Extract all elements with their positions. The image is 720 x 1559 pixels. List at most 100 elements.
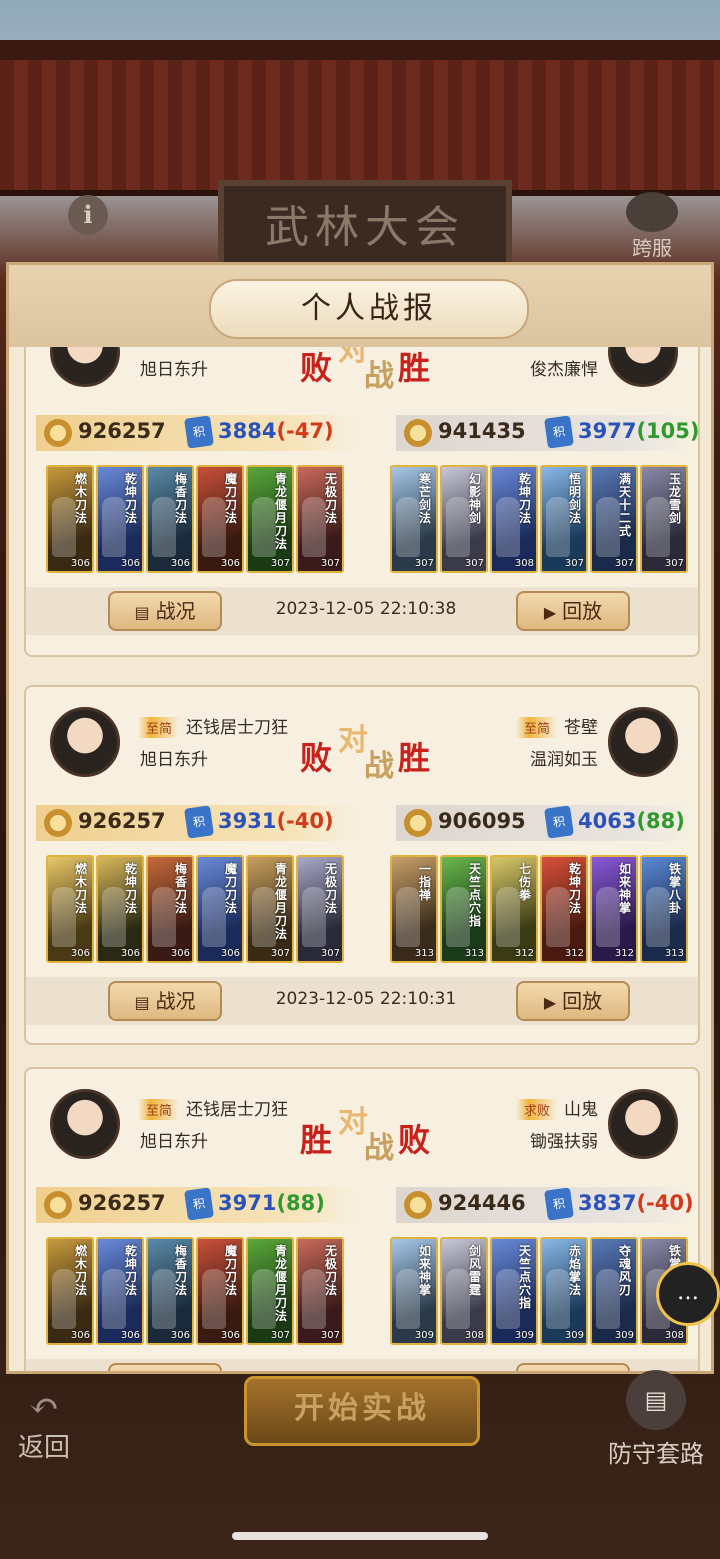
home-indicator[interactable]	[232, 1532, 488, 1540]
left-score: 3931(-40)	[218, 809, 334, 833]
hero-card[interactable]: 无极刀法 307	[296, 1237, 344, 1345]
battle-list[interactable]: 旭日东升 926257 积 3884(-47) 燃木刀法 306 乾坤刀法 30…	[9, 347, 711, 1371]
hero-card[interactable]: 天竺点穴指 313	[440, 855, 488, 963]
hero-card[interactable]: 无极刀法 307	[296, 855, 344, 963]
hero-card[interactable]: 天竺点穴指 309	[490, 1237, 538, 1345]
report-icon: ▤	[134, 993, 150, 1012]
right-player-name-line: 至简 苍壁	[515, 713, 598, 738]
hero-card[interactable]: 乾坤刀法 312	[540, 855, 588, 963]
hero-card[interactable]: 幻影神剑 307	[440, 465, 488, 573]
hero-skill-name: 青龙偃月刀法	[275, 472, 288, 551]
play-icon: ▶	[543, 993, 557, 1012]
hero-level: 312	[614, 948, 634, 959]
hero-level: 313	[664, 948, 684, 959]
replay-button[interactable]: ▶ 回放	[516, 591, 630, 631]
right-score: 3837(-40)	[578, 1191, 694, 1215]
hero-figure	[546, 497, 570, 557]
hero-card[interactable]: 魔刀刀法 306	[196, 465, 244, 573]
left-player-avatar[interactable]	[50, 1089, 120, 1159]
hero-level: 307	[320, 948, 340, 959]
left-player-avatar[interactable]	[50, 347, 120, 387]
hero-card[interactable]: 无极刀法 307	[296, 465, 344, 573]
hero-card[interactable]: 寒芒剑法 307	[390, 465, 438, 573]
hero-card[interactable]: 燃木刀法 306	[46, 465, 94, 573]
hero-card[interactable]: 乾坤刀法 308	[490, 465, 538, 573]
hero-level: 307	[464, 558, 484, 569]
hero-figure	[446, 887, 470, 947]
hero-card[interactable]: 燃木刀法 306	[46, 1237, 94, 1345]
left-player-avatar[interactable]	[50, 707, 120, 777]
hero-card[interactable]: 悟明剑法 307	[540, 465, 588, 573]
right-score: 3977(105)	[578, 419, 698, 443]
score-icon: 积	[544, 1187, 574, 1221]
replay-button[interactable]: ▶ 回放	[516, 981, 630, 1021]
cross-server-button[interactable]: 跨服	[620, 192, 684, 262]
hero-figure	[252, 497, 276, 557]
left-score-delta: (-40)	[276, 809, 334, 833]
right-player-avatar[interactable]	[608, 1089, 678, 1159]
hero-card[interactable]: 铁掌八卦 313	[640, 855, 688, 963]
hero-card[interactable]: 剑风雷霆 308	[440, 1237, 488, 1345]
hero-skill-name: 梅香刀法	[175, 1244, 188, 1297]
info-icon[interactable]: i	[68, 195, 108, 235]
right-player-avatar[interactable]	[608, 707, 678, 777]
score-icon: 积	[544, 805, 574, 839]
hero-card[interactable]: 夺魂风刃 309	[590, 1237, 638, 1345]
power-coin-icon	[44, 419, 72, 447]
hero-card[interactable]: 魔刀刀法 306	[196, 1237, 244, 1345]
hero-card[interactable]: 七伤拳 312	[490, 855, 538, 963]
hero-card[interactable]: 乾坤刀法 306	[96, 855, 144, 963]
hero-card[interactable]: 青龙偃月刀法 307	[246, 1237, 294, 1345]
hero-card[interactable]: 如来神掌 312	[590, 855, 638, 963]
hero-card[interactable]: 乾坤刀法 306	[96, 465, 144, 573]
left-score-value: 3971	[218, 1191, 277, 1215]
hero-skill-name: 七伤拳	[519, 862, 532, 902]
battle-report-button[interactable]: ▤战况	[108, 591, 222, 631]
hero-card[interactable]: 青龙偃月刀法 307	[246, 855, 294, 963]
hero-level: 308	[464, 1330, 484, 1341]
hero-level: 306	[170, 1330, 190, 1341]
hero-card[interactable]: 乾坤刀法 306	[96, 1237, 144, 1345]
battle-report-button[interactable]: ▤战况	[108, 1363, 222, 1371]
hero-skill-name: 一指禅	[419, 862, 432, 902]
battle-report-button[interactable]: ▤战况	[108, 981, 222, 1021]
hero-card[interactable]: 一指禅 313	[390, 855, 438, 963]
hero-level: 313	[464, 948, 484, 959]
hero-figure	[646, 887, 670, 947]
versus-zhan: 战	[364, 749, 394, 784]
hero-card[interactable]: 青龙偃月刀法 307	[246, 465, 294, 573]
hero-skill-name: 玉龙雪剑	[669, 472, 682, 525]
hero-card[interactable]: 燃木刀法 306	[46, 855, 94, 963]
start-battle-button[interactable]: 开始实战	[244, 1376, 480, 1446]
hero-figure	[596, 887, 620, 947]
hero-skill-name: 无极刀法	[325, 862, 338, 915]
hero-skill-name: 如来神掌	[619, 862, 632, 915]
left-guild-name: 旭日东升	[140, 750, 208, 770]
hero-card[interactable]: 满天十二式 307	[590, 465, 638, 573]
hero-level: 306	[220, 1330, 240, 1341]
left-hero-lineup: 燃木刀法 306 乾坤刀法 306 梅香刀法 306 魔刀刀法 306 青龙偃月…	[46, 855, 344, 963]
score-icon: 积	[184, 1187, 214, 1221]
versus-zhan: 战	[364, 1131, 394, 1166]
right-player-avatar[interactable]	[608, 347, 678, 387]
hero-level: 307	[270, 558, 290, 569]
hero-level: 306	[70, 1330, 90, 1341]
report-label: 战况	[155, 599, 196, 623]
hero-card[interactable]: 赤焰掌法 309	[540, 1237, 588, 1345]
hero-card[interactable]: 梅香刀法 306	[146, 855, 194, 963]
hero-figure	[52, 497, 76, 557]
hero-card[interactable]: 梅香刀法 306	[146, 465, 194, 573]
hero-figure	[496, 1269, 520, 1329]
chat-bubble-icon[interactable]: …	[656, 1262, 720, 1326]
hero-skill-name: 青龙偃月刀法	[275, 862, 288, 941]
hero-card[interactable]: 魔刀刀法 306	[196, 855, 244, 963]
hero-card[interactable]: 如来神掌 309	[390, 1237, 438, 1345]
left-result: 败	[300, 739, 333, 777]
hero-card[interactable]: 梅香刀法 306	[146, 1237, 194, 1345]
hero-skill-name: 剑风雷霆	[469, 1244, 482, 1297]
left-guild-name: 旭日东升	[140, 360, 208, 380]
back-button[interactable]: ↶ 返回	[18, 1386, 70, 1464]
hero-card[interactable]: 玉龙雪剑 307	[640, 465, 688, 573]
left-stat-bar: 926257 积 3931(-40)	[36, 805, 360, 841]
defense-setup-button[interactable]: ▤ 防守套路	[596, 1370, 716, 1469]
